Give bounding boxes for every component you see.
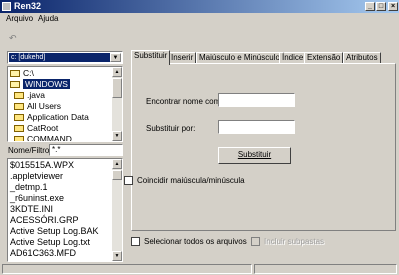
find-label: Encontrar nome com: xyxy=(146,97,223,106)
title-bar: Ren32 _ □ × xyxy=(0,0,399,13)
status-bar xyxy=(0,263,399,275)
select-all-checkbox[interactable] xyxy=(131,237,140,246)
find-input[interactable] xyxy=(218,93,295,107)
folder-open-icon xyxy=(10,81,20,88)
dir-item[interactable]: C:\ xyxy=(10,68,34,79)
scroll-up-icon[interactable]: ▲ xyxy=(112,67,122,77)
replace-input[interactable] xyxy=(218,120,295,134)
select-all-label: Selecionar todos os arquivos xyxy=(144,237,247,246)
scroll-up-icon[interactable]: ▲ xyxy=(112,159,122,169)
file-item[interactable]: Active Setup Log.txt xyxy=(10,237,90,248)
folder-icon xyxy=(14,114,24,121)
file-item[interactable]: .appletviewer xyxy=(10,171,63,182)
drive-select[interactable]: c: [dukehd] ▼ xyxy=(7,51,123,64)
undo-icon[interactable]: ↶ xyxy=(9,33,23,43)
folder-open-icon xyxy=(10,70,20,77)
chevron-down-icon[interactable]: ▼ xyxy=(110,53,121,62)
file-item[interactable]: Active Setup Log.BAK xyxy=(10,226,99,237)
window-title: Ren32 xyxy=(14,1,42,11)
file-scrollbar[interactable]: ▲ ▼ xyxy=(112,159,122,261)
maximize-button[interactable]: □ xyxy=(376,2,386,11)
scroll-down-icon[interactable]: ▼ xyxy=(112,131,122,141)
dir-scrollbar[interactable]: ▲ ▼ xyxy=(112,67,122,141)
folder-icon xyxy=(14,136,24,141)
dir-item[interactable]: All Users xyxy=(14,101,61,112)
dir-item[interactable]: .java xyxy=(14,90,45,101)
folder-icon xyxy=(14,103,24,110)
tab-substituir[interactable]: Substituir xyxy=(131,50,171,65)
file-item[interactable]: AD61C363.MFD xyxy=(10,248,76,259)
close-button[interactable]: × xyxy=(388,2,398,11)
case-checkbox[interactable] xyxy=(124,176,133,185)
scroll-down-icon[interactable]: ▼ xyxy=(112,251,122,261)
folder-icon xyxy=(14,92,24,99)
menu-ajuda[interactable]: Ajuda xyxy=(38,14,58,23)
file-item[interactable]: _detmp.1 xyxy=(10,182,48,193)
dir-item[interactable]: Application Data xyxy=(14,112,89,123)
drive-selected: c: [dukehd] xyxy=(9,53,110,62)
menu-bar: Arquivo Ajuda xyxy=(0,13,399,25)
status-segment xyxy=(2,264,252,274)
filter-label: Nome/Filtro: xyxy=(8,146,52,155)
file-item[interactable]: ACESSÓRI.GRP xyxy=(10,215,79,226)
file-item[interactable]: 3KDTE.INI xyxy=(10,204,53,215)
filter-input[interactable]: *.* xyxy=(49,144,123,156)
directory-list[interactable]: C:\ WINDOWS .java All Users Application … xyxy=(7,66,123,142)
scroll-thumb[interactable] xyxy=(112,78,122,98)
status-segment xyxy=(254,264,397,274)
replace-label: Substituir por: xyxy=(146,124,196,133)
file-item[interactable]: _r6uninst.exe xyxy=(10,193,64,204)
app-icon xyxy=(2,2,11,11)
file-item[interactable]: $015515A.WPX xyxy=(10,160,74,171)
folder-icon xyxy=(14,125,24,132)
minimize-button[interactable]: _ xyxy=(365,2,375,11)
replace-button[interactable]: Substituir xyxy=(218,147,291,164)
case-checkbox-label: Coincidir maiúscula/minúscula xyxy=(137,176,245,185)
dir-item[interactable]: CatRoot xyxy=(14,123,58,134)
dir-item[interactable]: COMMAND xyxy=(14,134,72,141)
menu-arquivo[interactable]: Arquivo xyxy=(6,14,33,23)
dir-item[interactable]: WINDOWS xyxy=(10,79,70,90)
include-subfolders-label: Incluir subpastas xyxy=(264,237,325,246)
file-list[interactable]: $015515A.WPX .appletviewer _detmp.1 _r6u… xyxy=(7,158,123,262)
scroll-thumb[interactable] xyxy=(112,170,122,180)
include-subfolders-checkbox xyxy=(251,237,260,246)
